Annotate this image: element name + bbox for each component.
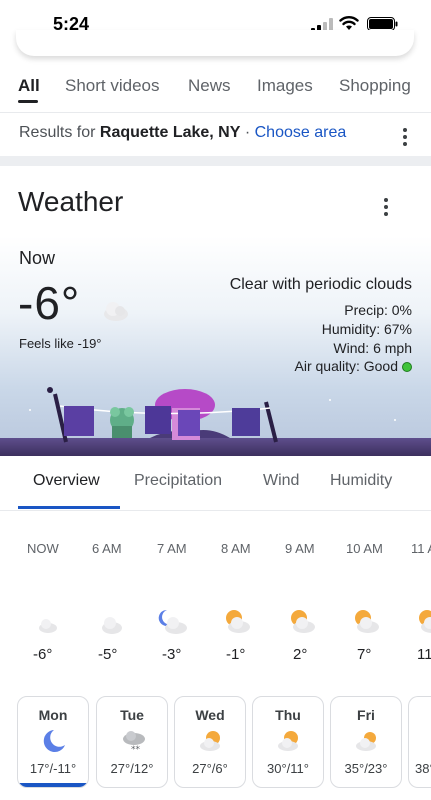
day-range: 17°/-11°	[29, 761, 77, 776]
day-card-mon[interactable]: Mon 17°/-11°	[17, 696, 89, 788]
air-quality-dot	[402, 362, 412, 372]
tab-news[interactable]: News	[188, 76, 231, 96]
tab-precipitation[interactable]: Precipitation	[134, 472, 222, 490]
condition-text: Clear with periodic clouds	[229, 276, 412, 293]
day-range: 27°/6°	[192, 761, 228, 776]
weather-title: Weather	[18, 186, 124, 217]
hour-time: NOW	[27, 541, 59, 556]
hour-temp: -6°	[33, 646, 53, 663]
day-range: 30°/11°	[267, 761, 309, 776]
sun-cloud-icon	[200, 731, 220, 751]
tab-humidity[interactable]: Humidity	[330, 472, 392, 490]
tab-overview[interactable]: Overview	[33, 472, 100, 490]
hour-temp: -5°	[98, 646, 118, 663]
sun-cloud-icon	[355, 610, 379, 633]
weather-more-icon[interactable]	[383, 198, 389, 216]
svg-text:**: **	[131, 745, 141, 754]
hour-temp: -3°	[162, 646, 182, 663]
results-prefix: Results for	[19, 124, 100, 141]
day-card-fri[interactable]: Fri 35°/23°	[330, 696, 402, 788]
day-name: Fri	[357, 707, 375, 723]
hour-temp: -1°	[226, 646, 246, 663]
divider	[0, 510, 431, 511]
air-quality-label: Air quality: Good	[294, 358, 399, 374]
day-card-tue[interactable]: Tue ** 27°/12°	[96, 696, 168, 788]
search-tabs: All Short videos News Images Shopping	[0, 66, 431, 106]
sun-cloud-icon	[356, 732, 376, 751]
tab-wind[interactable]: Wind	[263, 472, 299, 490]
moon-icon	[43, 730, 65, 752]
feels-like: Feels like -19°	[19, 336, 102, 351]
tab-short-videos[interactable]: Short videos	[65, 76, 160, 96]
search-bar[interactable]	[16, 30, 414, 56]
results-more-icon[interactable]	[402, 128, 408, 146]
humidity-value: Humidity: 67%	[321, 321, 412, 337]
selected-day-indicator	[18, 783, 88, 787]
hour-time: 8 AM	[221, 541, 251, 556]
current-temperature: -6°	[18, 277, 81, 329]
day-card-wed[interactable]: Wed 27°/6°	[174, 696, 246, 788]
day-range: 27°/12°	[110, 761, 154, 776]
hour-time: 10 AM	[346, 541, 383, 556]
sun-cloud-icon	[226, 610, 250, 633]
tab-shopping[interactable]: Shopping	[339, 76, 411, 96]
day-name: Mon	[38, 707, 68, 723]
day-card-sat[interactable]: 38°	[408, 696, 431, 788]
day-card-thu[interactable]: Thu 30°/11°	[252, 696, 324, 788]
day-name: Thu	[275, 707, 301, 723]
tab-all[interactable]: All	[18, 76, 40, 96]
day-range: 35°/23°	[344, 761, 388, 776]
hour-temp: 7°	[357, 646, 372, 663]
snow-cloud-icon: **	[123, 731, 145, 754]
day-name: Tue	[120, 707, 144, 723]
active-sub-tab-indicator	[18, 506, 120, 509]
results-location: Raquette Lake, NY	[99, 124, 241, 141]
tab-images[interactable]: Images	[257, 76, 313, 96]
now-label: Now	[19, 248, 56, 268]
moon-cloud-icon	[97, 284, 128, 321]
active-tab-indicator	[18, 100, 38, 103]
moon-cloud-icon	[158, 609, 187, 634]
wind-value: Wind: 6 mph	[333, 340, 412, 356]
precip-value: Precip: 0%	[344, 302, 412, 318]
weather-illustration	[0, 387, 431, 456]
weather-sub-tabs: Overview Precipitation Wind Humidity	[0, 458, 431, 510]
hour-time: 7 AM	[157, 541, 187, 556]
results-separator: ·	[240, 124, 255, 141]
air-quality: Air quality: Good	[294, 358, 412, 374]
moon-cloud-icon	[98, 609, 122, 634]
hour-time: 6 AM	[92, 541, 122, 556]
day-name: Wed	[195, 707, 225, 723]
hour-temp: 11°	[417, 646, 431, 663]
hour-time: 9 AM	[285, 541, 315, 556]
day-range: 38°	[415, 761, 431, 776]
results-location-line: Results for Raquette Lake, NY · Choose a…	[19, 124, 346, 142]
choose-area-link[interactable]: Choose area	[255, 124, 347, 141]
moon-cloud-icon	[35, 609, 57, 633]
hour-temp: 2°	[293, 646, 308, 663]
battery-icon	[367, 17, 398, 31]
divider	[0, 112, 431, 113]
hour-time: 11 AM	[411, 541, 431, 556]
sun-cloud-icon	[291, 610, 315, 633]
wifi-icon	[339, 16, 359, 30]
sun-cloud-icon	[278, 731, 298, 751]
sun-cloud-icon	[419, 610, 431, 633]
section-divider	[0, 156, 431, 166]
